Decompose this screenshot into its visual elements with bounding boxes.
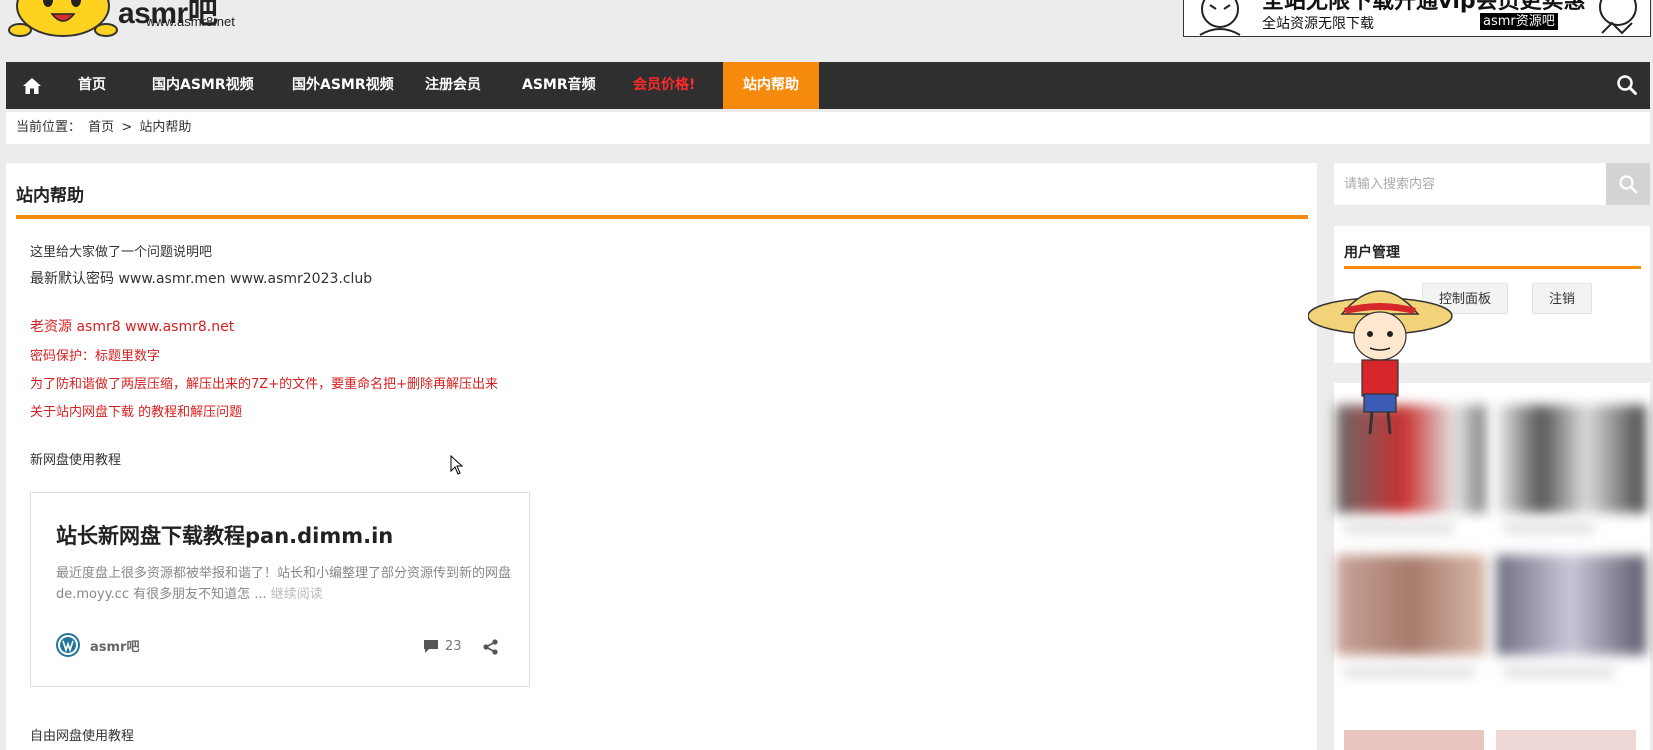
gallery-thumbnail[interactable] bbox=[1344, 730, 1484, 750]
comment-count: 23 bbox=[445, 638, 462, 654]
home-icon[interactable] bbox=[6, 62, 58, 109]
search-icon[interactable] bbox=[1616, 74, 1638, 100]
page-title: 站内帮助 bbox=[16, 186, 84, 206]
widget-divider bbox=[1344, 266, 1641, 269]
mascot-character bbox=[1307, 274, 1458, 443]
doodle-icon bbox=[1599, 0, 1637, 35]
post-excerpt: 最近度盘上很多资源都被举报和谐了！站长和小编整理了部分资源传到新的网盘de.mo… bbox=[56, 563, 512, 605]
share-icon[interactable] bbox=[482, 638, 500, 660]
compression-note-text: 为了防和谐做了两层压缩，解压出来的7Z+的文件，要重命名把+删除再解压出来 bbox=[30, 377, 498, 392]
main-nav: 首页 国内ASMR视频 国外ASMR视频 注册会员 ASMR音频 会员价格! 站… bbox=[6, 62, 1650, 109]
read-more-link[interactable]: 继续阅读 bbox=[271, 587, 323, 602]
banner-tag: asmr资源吧 bbox=[1480, 13, 1558, 30]
mouse-cursor-icon bbox=[450, 454, 464, 479]
disk-tutorial-link[interactable]: 关于站内网盘下载 的教程和解压问题 bbox=[30, 401, 242, 420]
search-icon bbox=[1619, 175, 1638, 194]
comments-link[interactable]: 23 bbox=[423, 638, 462, 654]
title-divider bbox=[16, 215, 1308, 219]
doodle-icon bbox=[1199, 0, 1241, 36]
post-author-name: asmr吧 bbox=[90, 639, 140, 655]
sidebar-search bbox=[1334, 163, 1650, 205]
free-disk-heading: 自由网盘使用教程 bbox=[30, 729, 135, 744]
widget-title: 用户管理 bbox=[1344, 245, 1400, 261]
nav-item-site-help[interactable]: 站内帮助 bbox=[723, 62, 819, 109]
wordpress-icon bbox=[56, 633, 80, 657]
breadcrumb: 当前位置： 首页 > 站内帮助 bbox=[6, 112, 1650, 144]
password-protect-text: 密码保护：标题里数字 bbox=[30, 349, 161, 364]
search-input[interactable] bbox=[1334, 163, 1606, 205]
gallery-thumbnail[interactable] bbox=[1336, 555, 1486, 655]
nav-item-asmr-audio[interactable]: ASMR音频 bbox=[502, 62, 616, 109]
nav-item-home[interactable]: 首页 bbox=[58, 62, 126, 109]
site-logo[interactable] bbox=[8, 0, 118, 38]
main-content: 站内帮助 这里给大家做了一个问题说明吧 最新默认密码 www.asmr.men … bbox=[6, 163, 1317, 750]
gallery-caption bbox=[1344, 667, 1474, 677]
nav-item-domestic-asmr-video[interactable]: 国内ASMR视频 bbox=[132, 62, 274, 109]
post-title[interactable]: 站长新网盘下载教程pan.dimm.in bbox=[56, 520, 393, 550]
gallery-thumbnail[interactable] bbox=[1496, 555, 1646, 655]
gallery-caption bbox=[1504, 667, 1614, 677]
gallery-thumbnail[interactable] bbox=[1496, 405, 1646, 513]
breadcrumb-home-link[interactable]: 首页 bbox=[88, 120, 114, 135]
post-author[interactable]: asmr吧 bbox=[56, 633, 139, 657]
new-disk-heading: 新网盘使用教程 bbox=[30, 453, 122, 468]
site-header: asmr吧 www.asmr8.net 全站无限下载开通vip会员更实惠 全站资… bbox=[0, 0, 1653, 62]
comment-icon bbox=[424, 640, 438, 653]
gallery-caption bbox=[1504, 523, 1594, 533]
intro-text: 这里给大家做了一个问题说明吧 bbox=[30, 245, 213, 260]
gallery-thumbnail[interactable] bbox=[1496, 730, 1636, 750]
vip-banner-ad[interactable]: 全站无限下载开通vip会员更实惠 全站资源无限下载 asmr资源吧 bbox=[1183, 0, 1651, 37]
post-card[interactable]: 站长新网盘下载教程pan.dimm.in 最近度盘上很多资源都被举报和谐了！站长… bbox=[30, 492, 530, 687]
nav-item-vip-price[interactable]: 会员价格! bbox=[613, 62, 715, 109]
nav-item-foreign-asmr-video[interactable]: 国外ASMR视频 bbox=[272, 62, 414, 109]
banner-subtext: 全站资源无限下载 bbox=[1262, 16, 1374, 32]
gallery-caption bbox=[1344, 523, 1454, 533]
search-button[interactable] bbox=[1606, 163, 1650, 205]
breadcrumb-current: 站内帮助 bbox=[139, 120, 192, 135]
logo-url: www.asmr8.net bbox=[146, 14, 235, 29]
old-source-text[interactable]: 老资源 asmr8 www.asmr8.net bbox=[30, 316, 234, 336]
nav-item-register[interactable]: 注册会员 bbox=[405, 62, 501, 109]
logout-button[interactable]: 注销 bbox=[1532, 283, 1592, 314]
password-text: 最新默认密码 www.asmr.men www.asmr2023.club bbox=[30, 271, 373, 287]
breadcrumb-prefix: 当前位置： bbox=[16, 120, 82, 135]
breadcrumb-separator: > bbox=[121, 120, 133, 135]
